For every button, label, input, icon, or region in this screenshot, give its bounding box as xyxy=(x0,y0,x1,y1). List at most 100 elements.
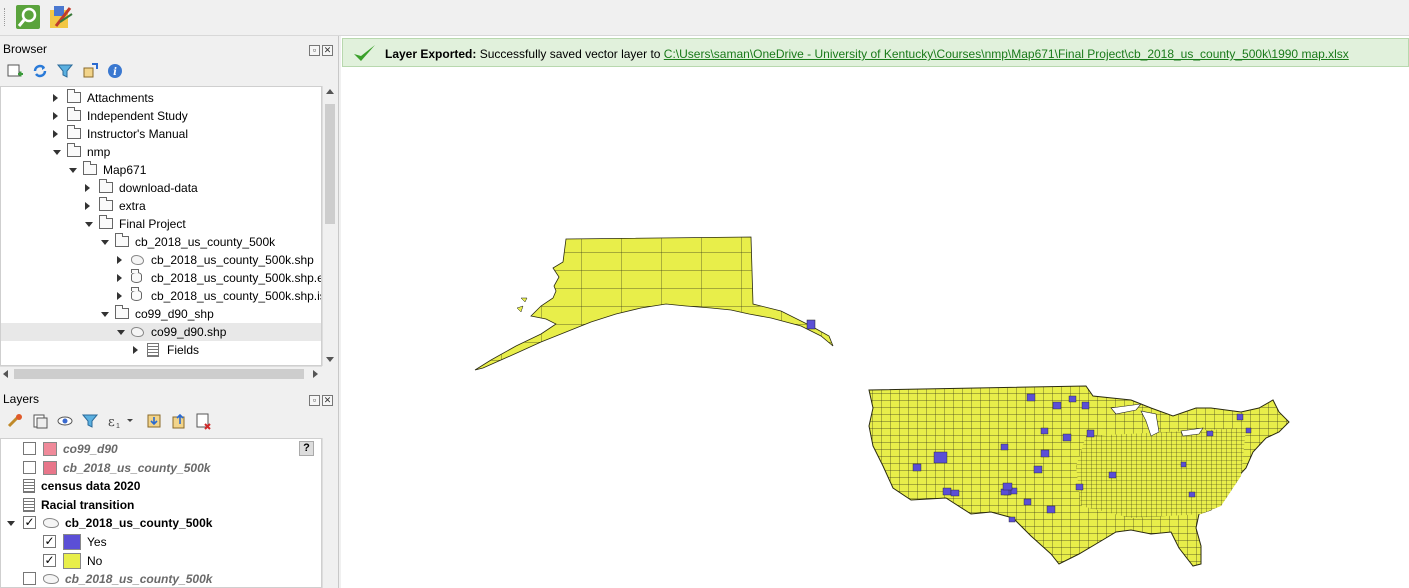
layer-visibility-checkbox[interactable] xyxy=(23,572,36,586)
browser-tree[interactable]: Attachments Independent Study Instructor's… xyxy=(0,86,322,366)
close-icon[interactable]: ✕ xyxy=(322,45,333,56)
symbol-swatch[interactable] xyxy=(63,552,81,569)
remove-layer-icon[interactable] xyxy=(195,412,213,430)
expanded-arrow-icon[interactable] xyxy=(101,312,109,317)
layer-item[interactable]: Racial transition xyxy=(1,496,321,514)
collapsed-arrow-icon[interactable] xyxy=(85,184,90,192)
scroll-left-icon[interactable] xyxy=(3,370,8,378)
browser-toolbar: i xyxy=(0,58,339,84)
info-icon[interactable]: i xyxy=(106,62,124,80)
browser-vertical-scrollbar[interactable] xyxy=(322,86,336,366)
scroll-thumb-horizontal[interactable] xyxy=(14,369,304,379)
layers-vertical-scrollbar[interactable] xyxy=(322,438,336,588)
layer-visibility-checkbox[interactable]: ✓ xyxy=(43,553,56,567)
collapse-all-icon[interactable] xyxy=(81,62,99,80)
browser-tree-item[interactable]: download-data xyxy=(1,179,321,197)
identify-features-icon[interactable] xyxy=(15,4,41,30)
filter-legend-icon[interactable] xyxy=(81,412,99,430)
layer-visibility-checkbox[interactable]: ✓ xyxy=(43,535,56,548)
layer-item[interactable]: co99_d90? xyxy=(1,440,321,458)
polygon-layer-icon xyxy=(43,574,59,585)
scroll-thumb[interactable] xyxy=(325,104,335,224)
scroll-up-icon[interactable] xyxy=(326,89,334,94)
scroll-down-icon[interactable] xyxy=(326,357,334,362)
expanded-arrow-icon[interactable] xyxy=(69,168,77,173)
tree-item-label: Final Project xyxy=(119,217,186,231)
expanded-arrow-icon[interactable] xyxy=(53,150,61,155)
manage-visibility-icon[interactable] xyxy=(56,412,74,430)
collapsed-arrow-icon[interactable] xyxy=(85,202,90,210)
filter-icon[interactable] xyxy=(56,62,74,80)
browser-tree-item[interactable]: Attachments xyxy=(1,89,321,107)
vector-layer-icon xyxy=(131,255,144,265)
layer-item[interactable]: ✓ Yes xyxy=(1,533,321,551)
folder-icon xyxy=(99,197,113,211)
symbol-swatch[interactable] xyxy=(43,442,57,456)
layers-tree[interactable]: co99_d90? cb_2018_us_county_500k census da… xyxy=(0,438,322,588)
add-group-icon[interactable] xyxy=(31,412,49,430)
collapsed-arrow-icon[interactable] xyxy=(117,256,122,264)
close-icon[interactable]: ✕ xyxy=(322,395,333,406)
svg-text:ε: ε xyxy=(108,415,115,430)
float-icon[interactable]: ▫ xyxy=(309,395,320,406)
browser-tree-item[interactable]: cb_2018_us_county_500k xyxy=(1,233,321,251)
expand-all-icon[interactable] xyxy=(145,412,163,430)
browser-tree-item[interactable]: nmp xyxy=(1,143,321,161)
map-canvas[interactable] xyxy=(341,36,1409,588)
collapsed-arrow-icon[interactable] xyxy=(117,292,122,300)
tree-item-label: extra xyxy=(119,199,146,213)
browser-tree-item[interactable]: co99_d90.shp xyxy=(1,323,321,341)
layer-item[interactable]: cb_2018_us_county_500k xyxy=(1,570,321,587)
layer-item[interactable]: census data 2020 xyxy=(1,477,321,495)
expanded-arrow-icon[interactable] xyxy=(117,330,125,335)
browser-tree-item[interactable]: Instructor's Manual xyxy=(1,125,321,143)
layer-item[interactable]: ✓ cb_2018_us_county_500k xyxy=(1,514,321,532)
layer-label: census data 2020 xyxy=(41,479,141,494)
browser-tree-item[interactable]: Fields xyxy=(1,341,321,359)
expanded-arrow-icon[interactable] xyxy=(101,240,109,245)
collapsed-arrow-icon[interactable] xyxy=(133,346,138,354)
layer-label: Racial transition xyxy=(41,497,135,512)
message-bar: Layer Exported: Successfully saved vecto… xyxy=(342,38,1409,67)
export-path-link[interactable]: C:\Users\saman\OneDrive - University of … xyxy=(664,47,1349,61)
browser-tree-item[interactable]: Final Project xyxy=(1,215,321,233)
left-dock: Browser ▫ ✕ i Attachments Independent Stud… xyxy=(0,36,339,588)
scroll-right-icon[interactable] xyxy=(313,370,318,378)
layer-visibility-checkbox[interactable] xyxy=(23,460,36,474)
layer-visibility-checkbox[interactable]: ✓ xyxy=(23,516,36,530)
browser-horizontal-scrollbar[interactable] xyxy=(0,366,322,380)
layer-item[interactable]: cb_2018_us_county_500k xyxy=(1,459,321,477)
tree-item-label: cb_2018_us_county_500k.shp.isc xyxy=(151,289,322,303)
symbol-swatch[interactable] xyxy=(63,534,81,550)
refresh-icon[interactable] xyxy=(31,62,49,80)
filter-expression-icon[interactable]: ε1 xyxy=(106,412,136,430)
layer-label: co99_d90 xyxy=(63,442,118,456)
browser-tree-item[interactable]: cb_2018_us_county_500k.shp.ea xyxy=(1,269,321,287)
collapse-all-layers-icon[interactable] xyxy=(170,412,188,430)
unavailable-layer-icon[interactable]: ? xyxy=(299,441,314,456)
browser-tree-item[interactable]: Map671 xyxy=(1,161,321,179)
layer-item[interactable]: ✓ No xyxy=(1,552,321,570)
expanded-arrow-icon[interactable] xyxy=(85,222,93,227)
toolbar-grip[interactable] xyxy=(4,8,7,26)
style-panel-icon[interactable] xyxy=(6,412,24,430)
browser-title: Browser xyxy=(3,42,48,56)
collapsed-arrow-icon[interactable] xyxy=(117,274,122,282)
style-manager-icon[interactable] xyxy=(48,4,74,30)
layer-visibility-checkbox[interactable] xyxy=(23,442,36,455)
browser-tree-item[interactable]: extra xyxy=(1,197,321,215)
browser-tree-item[interactable]: cb_2018_us_county_500k.shp xyxy=(1,251,321,269)
add-selected-layer-icon[interactable] xyxy=(6,62,24,80)
browser-tree-item[interactable]: cb_2018_us_county_500k.shp.isc xyxy=(1,287,321,305)
symbol-swatch[interactable] xyxy=(43,460,57,475)
expanded-arrow-icon[interactable] xyxy=(7,521,15,527)
collapsed-arrow-icon[interactable] xyxy=(53,112,58,120)
folder-icon xyxy=(99,179,113,193)
browser-tree-item[interactable]: Independent Study xyxy=(1,107,321,125)
collapsed-arrow-icon[interactable] xyxy=(53,130,58,138)
svg-text:i: i xyxy=(113,67,117,78)
browser-tree-item[interactable]: co99_d90_shp xyxy=(1,305,321,323)
float-icon[interactable]: ▫ xyxy=(309,45,320,56)
collapsed-arrow-icon[interactable] xyxy=(53,94,58,102)
tree-item-label: Instructor's Manual xyxy=(87,127,188,141)
